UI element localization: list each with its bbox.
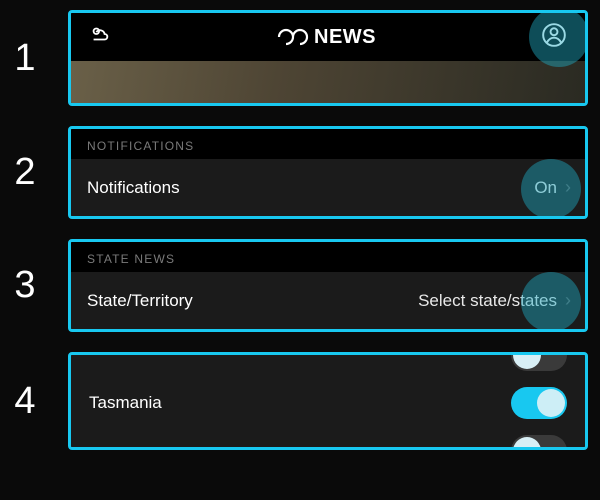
step-number: 3: [0, 239, 50, 332]
state-toggle-off[interactable]: [511, 435, 567, 450]
chevron-right-icon: ›: [565, 290, 571, 311]
brand-text: NEWS: [314, 26, 376, 49]
next-state-row-partial: [71, 433, 585, 447]
step-number: 4: [0, 352, 50, 450]
profile-button[interactable]: [541, 22, 567, 53]
section-header: STATE NEWS: [71, 242, 585, 272]
setting-label: State/Territory: [87, 291, 193, 311]
step-3-card: STATE NEWS State/Territory Select state/…: [68, 239, 588, 332]
tasmania-row[interactable]: Tasmania: [71, 373, 585, 433]
step-2-card: NOTIFICATIONS Notifications On ›: [68, 126, 588, 219]
abc-logo-icon: [276, 27, 310, 47]
step-4: 4 Tasmania: [0, 352, 588, 450]
step-2: 2 NOTIFICATIONS Notifications On ›: [0, 126, 588, 219]
state-label: Tasmania: [89, 393, 162, 413]
app-header: NEWS: [71, 13, 585, 61]
state-territory-row[interactable]: State/Territory Select state/states ›: [71, 272, 585, 329]
step-3: 3 STATE NEWS State/Territory Select stat…: [0, 239, 588, 332]
prev-state-row-partial: [71, 355, 585, 373]
step-1: 1 NEWS: [0, 10, 588, 106]
section-header: NOTIFICATIONS: [71, 129, 585, 159]
step-4-card: Tasmania: [68, 352, 588, 450]
step-1-card: NEWS: [68, 10, 588, 106]
setting-value: Select state/states ›: [418, 290, 571, 311]
tutorial-steps: 1 NEWS 2 NOTIF: [0, 0, 600, 450]
step-number: 1: [0, 10, 50, 106]
setting-value: On ›: [534, 177, 571, 198]
setting-label: Notifications: [87, 178, 180, 198]
hero-image: [71, 61, 585, 103]
app-logo: NEWS: [276, 26, 376, 49]
state-toggle-off[interactable]: [511, 352, 567, 371]
step-number: 2: [0, 126, 50, 219]
notifications-row[interactable]: Notifications On ›: [71, 159, 585, 216]
tasmania-toggle[interactable]: [511, 387, 567, 419]
weather-icon[interactable]: [89, 23, 111, 51]
chevron-right-icon: ›: [565, 177, 571, 198]
